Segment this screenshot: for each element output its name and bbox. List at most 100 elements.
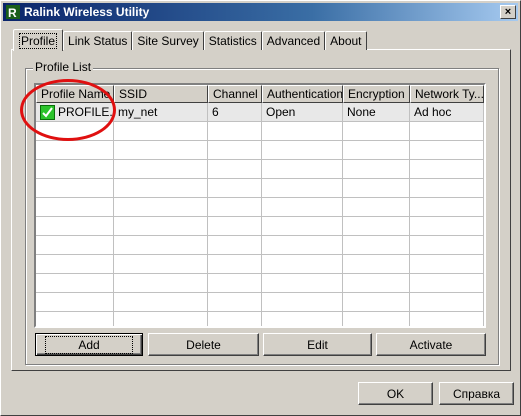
help-button[interactable]: Справка [439, 382, 514, 405]
column-header-network-type[interactable]: Network Ty... [410, 85, 484, 103]
tab-link-status[interactable]: Link Status [63, 31, 133, 50]
empty-cell [36, 198, 114, 217]
empty-list-row [36, 236, 484, 255]
column-header-authentication[interactable]: Authentication [262, 85, 343, 103]
empty-cell [343, 293, 410, 312]
empty-cell [36, 293, 114, 312]
empty-list-row [36, 198, 484, 217]
table-row[interactable]: PROFILE... my_net 6 Open None Ad hoc [36, 103, 484, 122]
empty-cell [343, 255, 410, 274]
empty-cell [208, 179, 262, 198]
empty-cell [410, 236, 484, 255]
empty-cell [208, 274, 262, 293]
column-header-channel[interactable]: Channel [208, 85, 262, 103]
empty-rows [36, 122, 484, 326]
empty-cell [410, 217, 484, 236]
empty-cell [262, 160, 343, 179]
empty-cell [410, 141, 484, 160]
ralink-icon: R [5, 4, 21, 20]
activate-button[interactable]: Activate [376, 333, 486, 356]
empty-list-row [36, 141, 484, 160]
empty-cell [36, 122, 114, 141]
empty-cell [208, 160, 262, 179]
main-window: R Ralink Wireless Utility × Profile Link… [0, 0, 521, 416]
empty-cell [114, 122, 208, 141]
empty-list-row [36, 179, 484, 198]
close-button[interactable]: × [500, 5, 516, 19]
empty-cell [208, 217, 262, 236]
column-header-profile-name[interactable]: Profile Name [36, 85, 114, 103]
empty-cell [343, 217, 410, 236]
empty-cell [114, 141, 208, 160]
empty-cell [208, 122, 262, 141]
empty-cell [410, 293, 484, 312]
ssid-cell: my_net [114, 103, 208, 122]
empty-cell [36, 255, 114, 274]
empty-cell [114, 236, 208, 255]
empty-cell [343, 274, 410, 293]
empty-cell [343, 198, 410, 217]
empty-list-row [36, 122, 484, 141]
empty-cell [262, 255, 343, 274]
check-icon [40, 104, 55, 120]
tab-statistics[interactable]: Statistics [203, 31, 262, 50]
authentication-cell: Open [262, 103, 343, 122]
column-header-ssid[interactable]: SSID [114, 85, 208, 103]
empty-cell [36, 312, 114, 326]
empty-cell [114, 198, 208, 217]
empty-cell [262, 141, 343, 160]
network-type-cell: Ad hoc [410, 103, 484, 122]
ok-button[interactable]: OK [358, 382, 433, 405]
empty-cell [36, 160, 114, 179]
empty-cell [343, 122, 410, 141]
empty-cell [343, 236, 410, 255]
empty-cell [262, 217, 343, 236]
empty-cell [343, 179, 410, 198]
empty-cell [114, 274, 208, 293]
empty-cell [410, 198, 484, 217]
profile-list[interactable]: Profile Name SSID Channel Authentication… [34, 83, 486, 328]
empty-cell [36, 236, 114, 255]
add-button[interactable]: Add [35, 333, 143, 356]
encryption-cell: None [343, 103, 410, 122]
empty-cell [114, 312, 208, 326]
tab-advanced[interactable]: Advanced [261, 31, 326, 50]
empty-cell [262, 274, 343, 293]
empty-cell [262, 122, 343, 141]
empty-cell [410, 122, 484, 141]
empty-cell [208, 255, 262, 274]
empty-cell [114, 217, 208, 236]
empty-cell [36, 141, 114, 160]
empty-cell [208, 198, 262, 217]
empty-cell [36, 274, 114, 293]
empty-cell [410, 179, 484, 198]
empty-cell [208, 312, 262, 326]
empty-cell [114, 293, 208, 312]
empty-list-row [36, 274, 484, 293]
empty-cell [36, 217, 114, 236]
empty-list-row [36, 217, 484, 236]
title-bar[interactable]: R Ralink Wireless Utility × [3, 3, 518, 21]
edit-button[interactable]: Edit [263, 333, 372, 356]
empty-cell [208, 293, 262, 312]
empty-cell [114, 255, 208, 274]
empty-cell [262, 312, 343, 326]
profile-list-label: Profile List [33, 60, 94, 74]
empty-cell [410, 255, 484, 274]
empty-cell [114, 179, 208, 198]
empty-cell [262, 293, 343, 312]
tab-site-survey[interactable]: Site Survey [132, 31, 204, 50]
channel-cell: 6 [208, 103, 262, 122]
empty-cell [36, 179, 114, 198]
empty-cell [410, 274, 484, 293]
empty-cell [208, 141, 262, 160]
empty-cell [343, 312, 410, 326]
list-header: Profile Name SSID Channel Authentication… [36, 85, 484, 103]
empty-cell [262, 179, 343, 198]
empty-cell [208, 236, 262, 255]
delete-button[interactable]: Delete [148, 333, 259, 356]
column-header-encryption[interactable]: Encryption [343, 85, 410, 103]
empty-list-row [36, 255, 484, 274]
tab-profile[interactable]: Profile [13, 29, 64, 51]
tab-about[interactable]: About [325, 31, 367, 50]
